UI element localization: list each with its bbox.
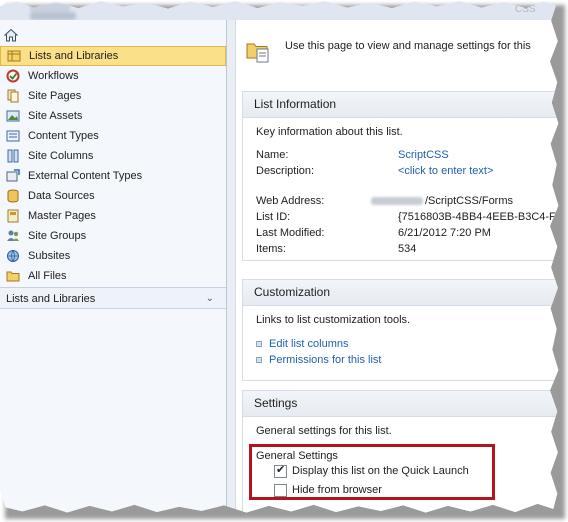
- customization-panel: Customization Links to list customizatio…: [242, 279, 559, 381]
- home-icon[interactable]: [4, 28, 18, 42]
- nav-item-label: Subsites: [28, 250, 71, 262]
- master-pages-icon: [7, 209, 19, 223]
- nav-item-site-assets[interactable]: Site Assets: [0, 106, 226, 126]
- last-modified-value: 6/21/2012 7:20 PM: [398, 227, 491, 239]
- panel-title: Settings: [243, 391, 559, 417]
- chevron-down-icon[interactable]: ⌄: [206, 288, 214, 310]
- nav-item-workflows[interactable]: Workflows: [0, 66, 226, 86]
- nav-item-label: Master Pages: [28, 210, 96, 222]
- top-tab-bar: CSS: [0, 1, 559, 21]
- nav-item-label: Lists and Libraries: [29, 50, 119, 62]
- list-id-value: {7516803B-4BB4-4EEB-B3C4-F: [398, 211, 556, 223]
- data-sources-icon: [7, 189, 19, 203]
- panel-title: List Information: [243, 92, 559, 118]
- nav-item-label: Data Sources: [28, 190, 95, 202]
- items-label: Items:: [256, 243, 286, 255]
- nav-item-master-pages[interactable]: Master Pages: [0, 206, 226, 226]
- nav-item-label: Content Types: [28, 130, 99, 142]
- nav-item-label: External Content Types: [28, 170, 143, 182]
- lists-libraries-icon: [7, 50, 21, 62]
- panel-description: Key information about this list.: [256, 126, 403, 138]
- nav-item-subsites[interactable]: Subsites: [0, 246, 226, 266]
- list-id-label: List ID:: [256, 211, 291, 223]
- screenshot-frame: CSS Lists and Libraries Workflows Site P…: [0, 1, 559, 513]
- bullet-icon: [256, 357, 262, 364]
- last-modified-label: Last Modified:: [256, 227, 325, 239]
- nav-item-label: Site Columns: [28, 150, 94, 162]
- all-files-icon: [6, 271, 20, 282]
- description-value-link[interactable]: <click to enter text>: [398, 165, 493, 177]
- name-value-link[interactable]: ScriptCSS: [398, 149, 449, 161]
- nav-item-data-sources[interactable]: Data Sources: [0, 186, 226, 206]
- name-label: Name:: [256, 149, 289, 161]
- nav-item-site-columns[interactable]: Site Columns: [0, 146, 226, 166]
- site-pages-icon: [7, 89, 19, 103]
- nav-item-external-content-types[interactable]: External Content Types: [0, 166, 226, 186]
- description-label: Description:: [256, 165, 315, 177]
- panel-description: General settings for this list.: [256, 425, 392, 437]
- nav-section-lists-and-libraries[interactable]: Lists and Libraries ⌄: [0, 287, 226, 309]
- subsites-icon: [7, 250, 19, 262]
- page-description: Use this page to view and manage setting…: [285, 40, 531, 52]
- blurred-tab-label-2: [30, 12, 76, 20]
- nav-item-lists-and-libraries[interactable]: Lists and Libraries: [0, 46, 226, 66]
- web-address-value: /ScriptCSS/Forms: [371, 195, 513, 207]
- site-groups-icon: [7, 230, 19, 241]
- items-value: 534: [398, 243, 417, 255]
- list-settings-icon: [246, 43, 269, 63]
- link-label: Edit list columns: [269, 338, 349, 350]
- workflows-icon: [6, 69, 20, 83]
- list-information-panel: List Information Key information about t…: [242, 91, 559, 261]
- content-area: Use this page to view and manage setting…: [227, 20, 559, 513]
- panel-title: Customization: [243, 280, 559, 306]
- nav-item-label: Site Assets: [28, 110, 83, 122]
- external-content-types-icon: [6, 169, 20, 182]
- edit-list-columns-link[interactable]: Edit list columns: [256, 338, 348, 350]
- nav-item-site-pages[interactable]: Site Pages: [0, 86, 226, 106]
- nav-item-all-files[interactable]: All Files: [0, 266, 226, 286]
- site-columns-icon: [7, 149, 19, 163]
- permissions-link[interactable]: Permissions for this list: [256, 354, 381, 366]
- nav-item-content-types[interactable]: Content Types: [0, 126, 226, 146]
- site-assets-icon: [6, 110, 20, 122]
- nav-item-label: All Files: [28, 270, 67, 282]
- nav-item-label: Workflows: [28, 70, 79, 82]
- nav-item-site-groups[interactable]: Site Groups: [0, 226, 226, 246]
- navigation-pane: Lists and Libraries Workflows Site Pages…: [0, 20, 227, 513]
- web-address-text: /ScriptCSS/Forms: [425, 195, 514, 207]
- highlight-box: [249, 444, 495, 500]
- nav-item-label: Site Groups: [28, 230, 87, 242]
- panel-description: Links to list customization tools.: [256, 314, 411, 326]
- blurred-url: [371, 197, 423, 206]
- content-types-icon: [6, 130, 20, 142]
- nav-section-label: Lists and Libraries: [6, 293, 96, 305]
- bullet-icon: [256, 341, 262, 348]
- link-label: Permissions for this list: [269, 354, 382, 366]
- nav-item-label: Site Pages: [28, 90, 82, 102]
- content-gutter: [227, 20, 236, 513]
- nav-list: Lists and Libraries Workflows Site Pages…: [0, 46, 226, 286]
- web-address-label: Web Address:: [256, 195, 325, 207]
